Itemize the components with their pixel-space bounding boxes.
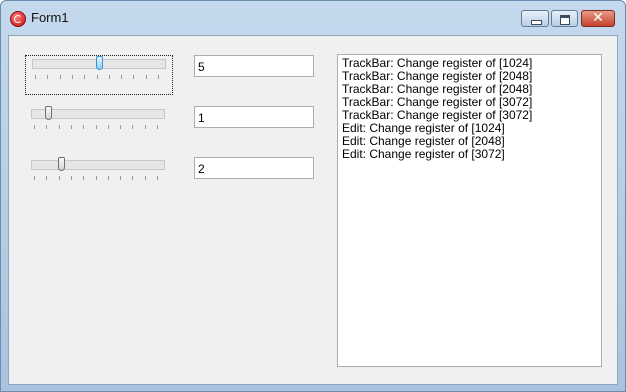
log-memo[interactable]: TrackBar: Change register of [1024] Trac… [337, 54, 602, 367]
trackbar-tick [83, 125, 85, 129]
trackbar-tick [95, 125, 97, 129]
trackbar-tick [70, 176, 72, 180]
trackbar-tick [71, 75, 73, 79]
edit-field-2[interactable]: 1 [194, 106, 314, 128]
trackbar-tick [47, 75, 49, 79]
trackbar-ticks [34, 125, 168, 130]
trackbar-tick [132, 125, 134, 129]
trackbar-tick [157, 176, 158, 180]
trackbar-tick [144, 176, 146, 180]
trackbar-tick [108, 75, 110, 79]
trackbar-tick [35, 75, 36, 79]
trackbar-tick [46, 125, 48, 129]
trackbar-tick [107, 176, 109, 180]
trackbar-ticks [35, 75, 169, 80]
trackbar-tick [96, 75, 98, 79]
trackbar-tick [70, 125, 72, 129]
trackbar-tick [145, 75, 147, 79]
maximize-button[interactable] [551, 10, 578, 27]
trackbar-1[interactable] [25, 55, 173, 95]
trackbar-tick [58, 176, 60, 180]
trackbar-3[interactable] [25, 157, 173, 197]
trackbar-tick [107, 125, 109, 129]
trackbar-rail [31, 160, 165, 170]
trackbar-tick [144, 125, 146, 129]
form-client-area: 5 1 2 TrackBar: Change register of [1024… [8, 35, 618, 385]
trackbar-tick [83, 176, 85, 180]
log-line: Edit: Change register of [3072] [342, 147, 505, 161]
trackbar-tick [132, 176, 134, 180]
trackbar-tick [46, 176, 48, 180]
trackbar-tick [120, 176, 122, 180]
trackbar-thumb[interactable] [95, 56, 103, 70]
close-button[interactable]: ✕ [581, 10, 615, 27]
app-window: Form1 ✕ 5 1 2 TrackBar: Change register … [0, 0, 626, 392]
edit-field-3[interactable]: 2 [194, 157, 314, 179]
edit-field-1[interactable]: 5 [194, 55, 314, 77]
app-icon[interactable] [10, 11, 26, 27]
trackbar-tick [121, 75, 123, 79]
trackbar-tick [133, 75, 135, 79]
trackbar-tick [158, 75, 159, 79]
maximize-icon [560, 15, 570, 25]
trackbar-thumb[interactable] [45, 106, 53, 120]
close-icon: ✕ [592, 10, 604, 26]
window-title: Form1 [31, 10, 69, 25]
trackbar-tick [120, 125, 122, 129]
trackbar-ticks [34, 176, 168, 181]
minimize-button[interactable] [521, 10, 549, 27]
trackbar-tick [84, 75, 86, 79]
trackbar-tick [34, 176, 35, 180]
trackbar-tick [95, 176, 97, 180]
trackbar-thumb[interactable] [57, 157, 65, 171]
trackbar-tick [59, 75, 61, 79]
minimize-icon [531, 20, 542, 25]
trackbar-2[interactable] [25, 106, 173, 146]
trackbar-tick [34, 125, 35, 129]
title-bar[interactable]: Form1 ✕ [1, 1, 625, 35]
trackbar-tick [58, 125, 60, 129]
trackbar-tick [157, 125, 158, 129]
